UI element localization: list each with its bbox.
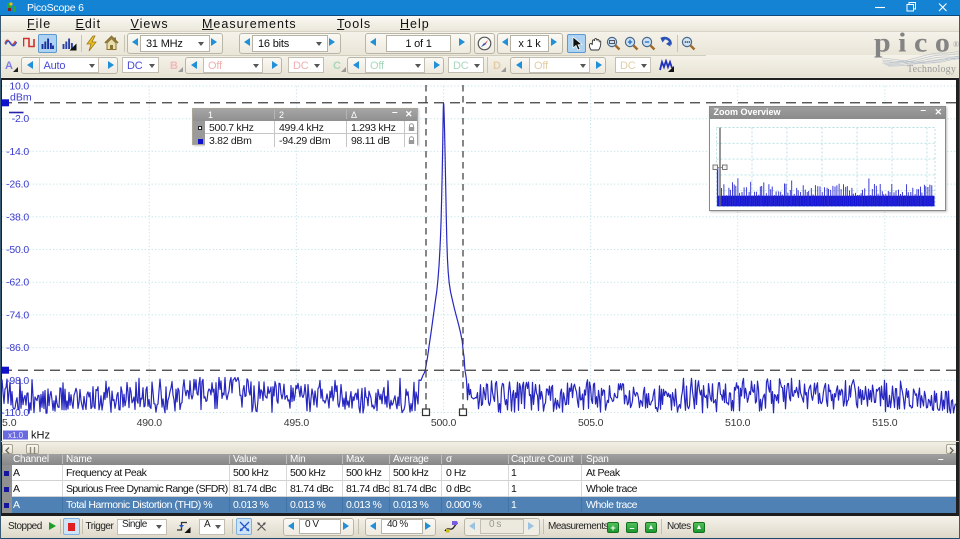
svg-text:510.0: 510.0	[725, 417, 751, 429]
svg-text:10.0: 10.0	[9, 81, 29, 93]
svg-text:-86.0: -86.0	[6, 342, 29, 354]
svg-text:dBm: dBm	[10, 92, 32, 104]
svg-text:-14.0: -14.0	[6, 146, 29, 158]
svg-text:-38.0: -38.0	[6, 211, 29, 223]
svg-text:-2.0: -2.0	[12, 113, 30, 125]
svg-text:-62.0: -62.0	[6, 277, 29, 289]
svg-text:495.0: 495.0	[284, 417, 310, 429]
svg-text:5.0: 5.0	[2, 417, 17, 429]
svg-text:x1.0: x1.0	[8, 431, 24, 440]
svg-text:-26.0: -26.0	[6, 179, 29, 191]
svg-text:500.0: 500.0	[431, 417, 457, 429]
svg-text:505.0: 505.0	[578, 417, 604, 429]
svg-text:490.0: 490.0	[137, 417, 163, 429]
svg-text:-74.0: -74.0	[6, 309, 29, 321]
svg-text:kHz: kHz	[31, 430, 50, 442]
svg-text:515.0: 515.0	[872, 417, 898, 429]
svg-text:-50.0: -50.0	[6, 244, 29, 256]
